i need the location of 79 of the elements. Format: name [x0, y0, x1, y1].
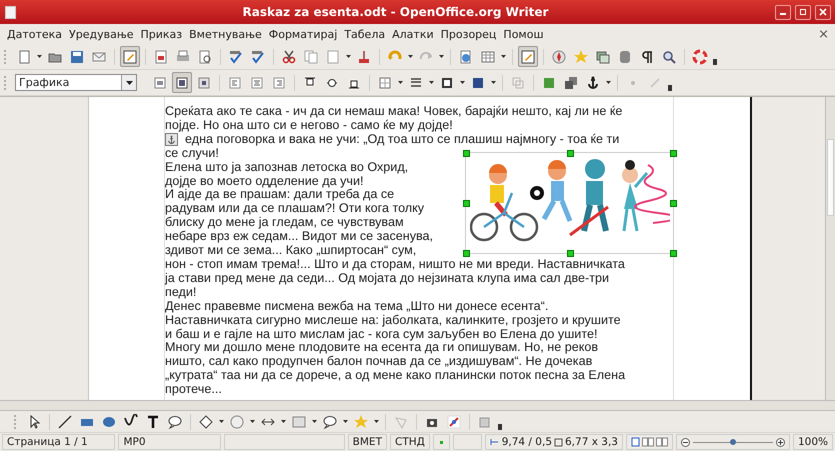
text-line: нон - стоп имам трема!... Што и да сторам, ништо не ми вреди. Наставничката: [165, 258, 625, 272]
page-style-indicator: МР0: [118, 434, 221, 450]
zoom-value[interactable]: 100%: [792, 434, 833, 450]
text-line: појде. Но она што си е негово - само ќе му дојде!: [165, 118, 453, 133]
children-sports-drawing[interactable]: [465, 152, 674, 254]
text-line: Елена што ја запознав летоска во Охрид,: [165, 160, 408, 175]
dropdown-arrow-icon[interactable]: [500, 52, 507, 60]
pencil-icon[interactable]: [120, 46, 140, 67]
close-document-button[interactable]: ×: [818, 26, 829, 42]
menu-item[interactable]: Прозорец: [438, 28, 500, 40]
text-line: радувам или да се плашам?! Оти кога толку: [165, 202, 424, 216]
text-line: протече...: [165, 383, 222, 398]
text-line: блиску до мене ја гледам, се чувствувам: [165, 216, 404, 230]
text-line: дојде во моето одделение да учи!: [165, 174, 364, 188]
close-icon: [819, 8, 827, 16]
dropdown-arrow-icon[interactable]: [342, 418, 349, 426]
zoom-slider-thumb[interactable]: [730, 438, 736, 444]
text-line: ја стави пред мене да седи... Од мојата до нејзината клупа има сал две-три: [165, 272, 610, 286]
book-view-icon[interactable]: [656, 437, 668, 447]
dropdown-arrow-icon[interactable]: [397, 78, 404, 86]
dropdown-arrow-icon[interactable]: [249, 418, 256, 426]
dropdown-arrow-icon[interactable]: [605, 78, 612, 86]
size-text: 6,77 x 3,3: [565, 436, 618, 448]
text-line: „кутрата“ таа ни да се дорече, а од мене како планински поток песна за Елена: [165, 369, 626, 384]
maximize-button[interactable]: [795, 4, 811, 20]
page-indicator: Страница 1 / 1: [2, 434, 116, 450]
insert-mode-indicator[interactable]: ВМЕТ: [348, 434, 387, 450]
size-icon: [554, 438, 563, 446]
wrap-page-icon[interactable]: [172, 72, 192, 93]
single-page-view-icon[interactable]: [630, 437, 640, 447]
selection-mode-indicator[interactable]: СТНД: [390, 434, 430, 450]
toolbar-overflow-icon[interactable]: [498, 424, 502, 430]
text-line: една поговорка и вака не учи: „Од тоа што се плашиш најмногу - тоа ќе ти: [185, 132, 620, 147]
maximize-icon: [799, 8, 807, 16]
dropdown-arrow-icon[interactable]: [459, 78, 466, 86]
position-text: 9,74 / 0,5: [502, 436, 552, 448]
toolbar-overflow-icon[interactable]: [713, 58, 717, 64]
dropdown-arrow-icon[interactable]: [407, 52, 414, 60]
text-line: Среќата ако те сака - ич да си немаш мака! Човек, барајќи нешто, кај ли не ќе: [165, 105, 622, 119]
vertical-scrollbar[interactable]: [825, 97, 835, 400]
menu-item[interactable]: Помош: [500, 28, 548, 40]
text-line: небаре врз еж седам... Видот ми се засенува,: [165, 230, 434, 244]
text-line: педи!: [165, 286, 196, 300]
dropdown-arrow-icon[interactable]: [280, 418, 287, 426]
dropdown-arrow-icon[interactable]: [345, 52, 352, 60]
text-line: И ајде да ве прашам: дали треба да се: [165, 188, 394, 202]
dropdown-arrow-icon[interactable]: [36, 52, 43, 60]
close-button[interactable]: [815, 4, 831, 20]
two-page-view-icon[interactable]: [642, 437, 654, 447]
minimize-button[interactable]: [775, 4, 791, 20]
dropdown-arrow-icon[interactable]: [373, 418, 380, 426]
menu-item[interactable]: Форматирај: [266, 28, 342, 40]
position-icon: [490, 438, 500, 446]
dropdown-arrow-icon[interactable]: [218, 418, 225, 426]
horizontal-scrollbar[interactable]: [0, 400, 835, 411]
menu-item[interactable]: Табела: [341, 28, 390, 40]
text-line: и баш и е гајле на што мислам јас - кога сум заљубен во Елена до ушите!: [165, 328, 598, 342]
paragraph-style-dropdown[interactable]: Графика: [15, 74, 137, 91]
menu-item[interactable]: Приказ: [138, 28, 186, 40]
window-title: Raskaz za esenta.odt - OpenOffice.org Writer: [242, 5, 550, 19]
text-line: здивот ми се зема... Како „шпиртосан“ сум,: [165, 244, 416, 258]
dropdown-arrow-icon[interactable]: [311, 418, 318, 426]
menu-item[interactable]: Датотека: [4, 28, 66, 40]
zoom-in-icon[interactable]: [776, 438, 785, 446]
menu-item[interactable]: Уредување: [66, 28, 138, 40]
text-line: Наставничката сигурно мислеше на: јаболката, калинките, грозјето и крушите: [165, 314, 621, 328]
text-line: ништо, сал како продупчен балон почнав да се „издишувам“. Не дочекав: [165, 355, 592, 370]
zoom-out-icon[interactable]: [680, 438, 690, 446]
dropdown-arrow-icon[interactable]: [438, 52, 445, 60]
text-line: се случи!: [165, 146, 219, 161]
menu-item[interactable]: Вметнување: [186, 28, 266, 40]
dropdown-arrow-icon[interactable]: [490, 78, 497, 86]
dropdown-arrow-icon[interactable]: [428, 78, 435, 86]
text-line: Многу ми дошло мене плодовите на есента да ги опишувам. Но, не реков: [165, 341, 598, 356]
pencil-icon[interactable]: [518, 46, 538, 67]
document-icon: [5, 6, 16, 18]
toolbar-overflow-icon[interactable]: [668, 84, 672, 90]
text-line: Денес правевме писмена вежба на тема „Што ни донесе есента“.: [165, 300, 548, 314]
menu-item[interactable]: Алатки: [389, 28, 438, 40]
